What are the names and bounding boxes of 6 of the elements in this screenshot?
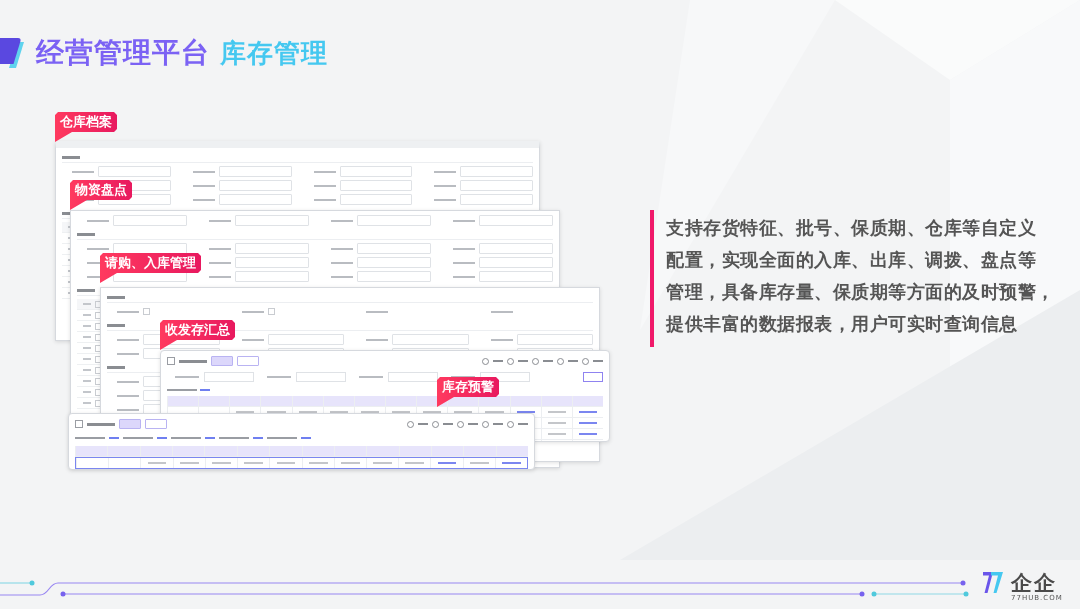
description-text: 支持存货特征、批号、保质期、仓库等自定义 配置，实现全面的入库、出库、调拨、盘点等 管理，具备库存量、保质期等方面的及时预警， 提供丰富的数据报表，用户可实时查询信息	[666, 216, 1055, 336]
page-subtitle: 库存管理	[220, 36, 328, 70]
logo-icon	[983, 572, 1003, 593]
logo-icon	[0, 38, 24, 68]
brand-name: 企企	[1011, 572, 1057, 594]
page-title: 经营管理平台	[36, 35, 210, 71]
